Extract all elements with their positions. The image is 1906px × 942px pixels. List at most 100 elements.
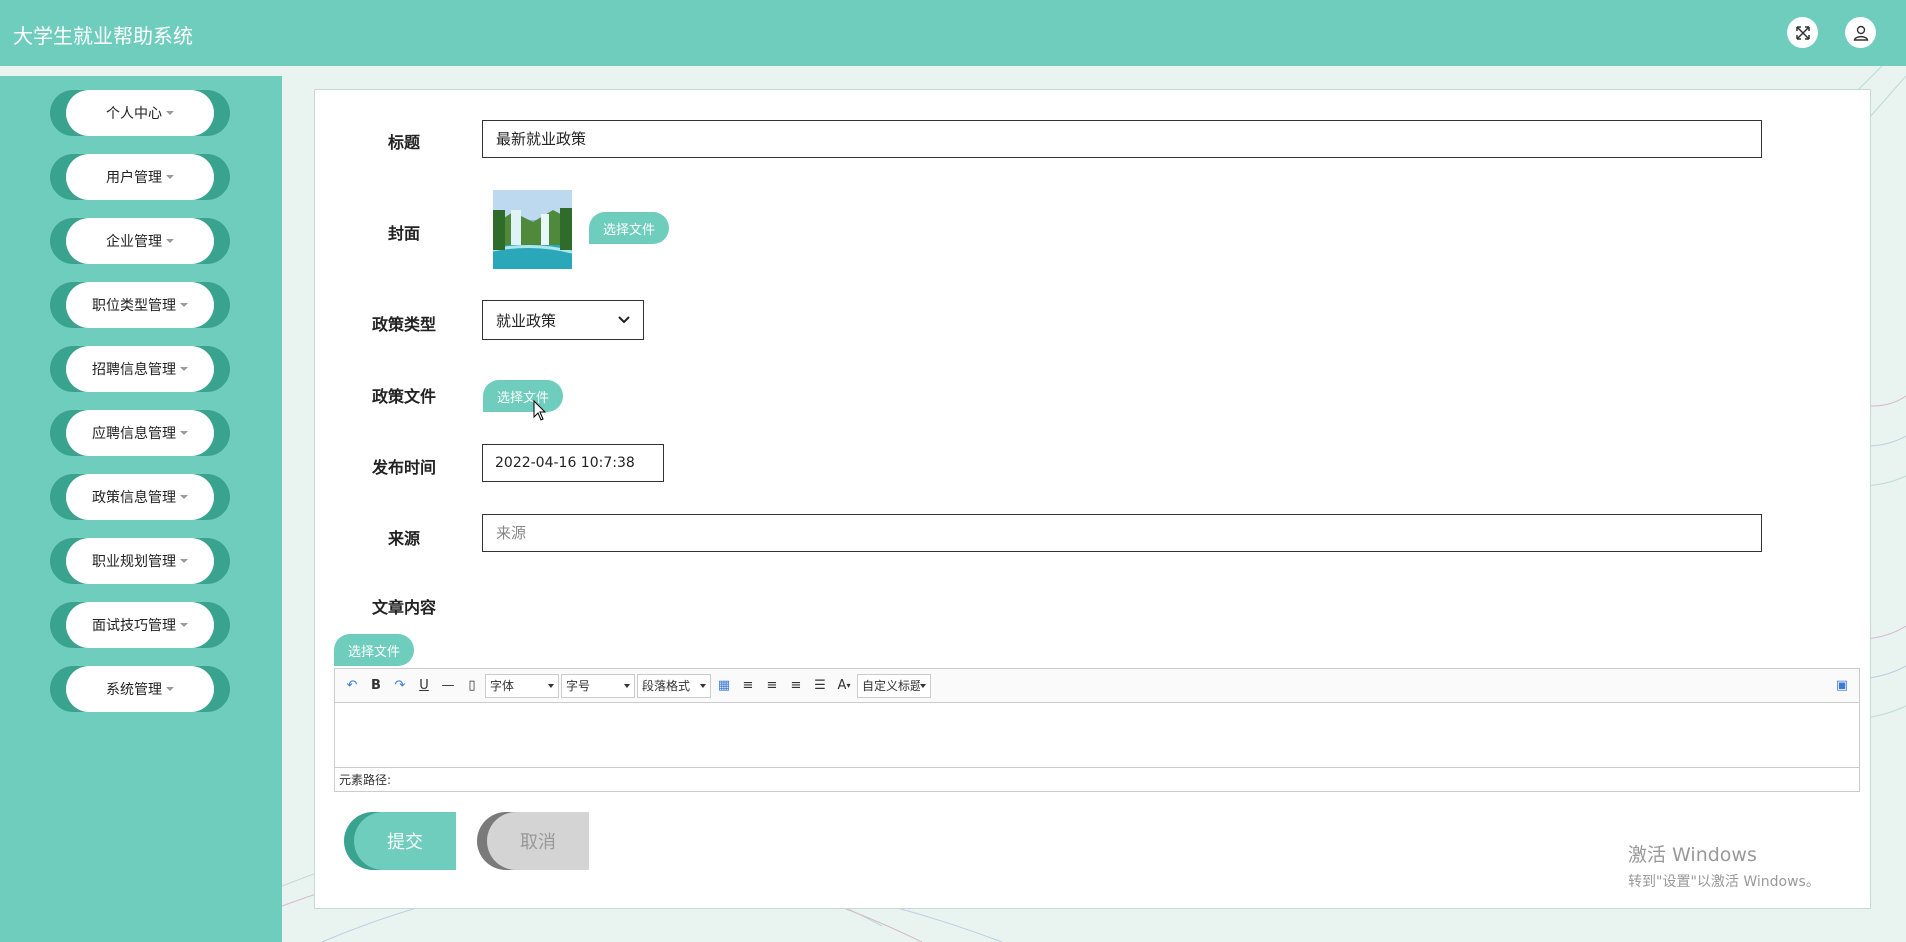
- publish-time-label: 发布时间: [371, 458, 436, 477]
- submit-button[interactable]: 提交: [344, 812, 456, 870]
- cover-choose-file-button[interactable]: 选择文件: [589, 212, 669, 244]
- caret-down-icon: [166, 687, 174, 691]
- sidebar-item-pill: 应聘信息管理: [66, 410, 214, 456]
- dropdown-arrow-icon: [700, 683, 706, 688]
- caret-down-icon: [180, 495, 188, 499]
- sidebar-item-pill: 招聘信息管理: [66, 346, 214, 392]
- undo-icon[interactable]: ↶: [341, 675, 363, 697]
- sidebar-item-position-type-management[interactable]: 职位类型管理: [50, 282, 230, 328]
- horizontal-rule-icon[interactable]: —: [437, 675, 459, 697]
- policy-type-select[interactable]: 就业政策: [482, 300, 644, 340]
- align-center-icon[interactable]: ≡: [785, 675, 807, 697]
- sidebar-item-personal-center[interactable]: 个人中心: [50, 90, 230, 136]
- font-size-select[interactable]: 字号: [561, 673, 635, 698]
- sidebar-item-label: 个人中心: [106, 106, 162, 122]
- sidebar: 个人中心 用户管理 企业管理 职位类型管理 招聘信息管理 应聘信息管理 政策信息…: [0, 76, 282, 942]
- title-label: 标题: [387, 133, 420, 152]
- table-icon[interactable]: ▦: [713, 675, 735, 697]
- sidebar-item-company-management[interactable]: 企业管理: [50, 218, 230, 264]
- page-icon[interactable]: ▯: [461, 675, 483, 697]
- title-input[interactable]: 最新就业政策: [482, 120, 1762, 158]
- font-color-icon[interactable]: A ▾: [833, 675, 855, 697]
- sidebar-item-label: 政策信息管理: [92, 490, 176, 506]
- policy-type-label: 政策类型: [371, 315, 436, 334]
- fullscreen-editor-icon[interactable]: ▣: [1831, 675, 1853, 697]
- app-title: 大学生就业帮助系统: [13, 24, 193, 48]
- policy-file-choose-button[interactable]: 选择文件: [483, 380, 563, 412]
- dropdown-arrow-icon: [920, 683, 926, 688]
- sidebar-item-recruitment-management[interactable]: 招聘信息管理: [50, 346, 230, 392]
- watermark-subtitle: 转到"设置"以激活 Windows。: [1628, 874, 1820, 890]
- submit-button-label: 提交: [354, 812, 456, 870]
- content-choose-file-button[interactable]: 选择文件: [334, 634, 414, 666]
- bold-icon[interactable]: B: [365, 675, 387, 697]
- sidebar-item-career-planning-management[interactable]: 职业规划管理: [50, 538, 230, 584]
- font-family-label: 字体: [490, 679, 515, 693]
- cancel-button[interactable]: 取消: [477, 812, 589, 870]
- sidebar-item-policy-management[interactable]: 政策信息管理: [50, 474, 230, 520]
- paragraph-format-select[interactable]: 段落格式: [637, 673, 711, 698]
- sidebar-item-system-management[interactable]: 系统管理: [50, 666, 230, 712]
- element-path-label: 元素路径:: [339, 772, 392, 787]
- font-size-label: 字号: [566, 679, 591, 693]
- sidebar-item-pill: 面试技巧管理: [66, 602, 214, 648]
- top-bar: 大学生就业帮助系统: [0, 0, 1906, 66]
- rich-text-editor[interactable]: ↶ B ↷ U — ▯ 字体 字号 段落格式 ▦ ≡ ≡ ≡ ☰ A ▾ 自定义标…: [334, 668, 1860, 792]
- caret-down-icon: [166, 175, 174, 179]
- sidebar-item-pill: 用户管理: [66, 154, 214, 200]
- caret-down-icon: [180, 303, 188, 307]
- editor-toolbar: ↶ B ↷ U — ▯ 字体 字号 段落格式 ▦ ≡ ≡ ≡ ☰ A ▾ 自定义标…: [335, 669, 1859, 703]
- caret-down-icon: [180, 367, 188, 371]
- sidebar-item-label: 应聘信息管理: [92, 426, 176, 442]
- sidebar-item-pill: 政策信息管理: [66, 474, 214, 520]
- windows-activation-watermark: 激活 Windows 转到"设置"以激活 Windows。: [1628, 840, 1820, 891]
- sidebar-item-pill: 企业管理: [66, 218, 214, 264]
- caret-down-icon: [180, 623, 188, 627]
- caret-down-icon: [180, 431, 188, 435]
- publish-time-input[interactable]: 2022-04-16 10:7:38: [482, 444, 664, 482]
- font-family-select[interactable]: 字体: [485, 673, 559, 698]
- sidebar-item-pill: 职位类型管理: [66, 282, 214, 328]
- caret-down-icon: [180, 559, 188, 563]
- sidebar-item-label: 企业管理: [106, 234, 162, 250]
- custom-title-label: 自定义标题: [862, 679, 920, 693]
- cancel-button-label: 取消: [487, 812, 589, 870]
- sidebar-item-interview-tips-management[interactable]: 面试技巧管理: [50, 602, 230, 648]
- align-right-icon[interactable]: ≡: [761, 675, 783, 697]
- sidebar-item-pill: 个人中心: [66, 90, 214, 136]
- cover-thumbnail: [493, 190, 572, 269]
- watermark-title: 激活 Windows: [1628, 844, 1757, 866]
- paragraph-format-label: 段落格式: [642, 679, 691, 693]
- caret-down-icon: [166, 111, 174, 115]
- sidebar-item-label: 招聘信息管理: [92, 362, 176, 378]
- custom-title-select[interactable]: 自定义标题: [857, 673, 931, 698]
- sidebar-item-user-management[interactable]: 用户管理: [50, 154, 230, 200]
- chevron-down-icon: [618, 316, 630, 324]
- fullscreen-icon[interactable]: [1787, 17, 1818, 48]
- mouse-cursor-icon: [533, 400, 547, 421]
- sidebar-item-label: 职位类型管理: [92, 298, 176, 314]
- policy-type-value: 就业政策: [496, 311, 557, 330]
- sidebar-item-label: 系统管理: [106, 682, 162, 698]
- content-label: 文章内容: [371, 598, 436, 617]
- source-input[interactable]: 来源: [482, 514, 1762, 552]
- sidebar-item-label: 用户管理: [106, 170, 162, 186]
- sidebar-item-application-management[interactable]: 应聘信息管理: [50, 410, 230, 456]
- align-left-icon[interactable]: ≡: [737, 675, 759, 697]
- align-justify-icon[interactable]: ☰: [809, 675, 831, 697]
- user-icon[interactable]: [1845, 17, 1876, 48]
- dropdown-arrow-icon: [548, 683, 554, 688]
- source-label: 来源: [387, 529, 420, 548]
- caret-down-icon: [166, 239, 174, 243]
- sidebar-item-label: 面试技巧管理: [92, 618, 176, 634]
- sidebar-item-pill: 系统管理: [66, 666, 214, 712]
- policy-file-label: 政策文件: [371, 387, 436, 406]
- editor-status-bar: 元素路径:: [335, 767, 1859, 790]
- sidebar-item-label: 职业规划管理: [92, 554, 176, 570]
- underline-icon[interactable]: U: [413, 675, 435, 697]
- dropdown-arrow-icon: [624, 683, 630, 688]
- editor-content-area[interactable]: [335, 703, 1859, 767]
- cover-label: 封面: [387, 224, 420, 243]
- redo-icon[interactable]: ↷: [389, 675, 411, 697]
- sidebar-item-pill: 职业规划管理: [66, 538, 214, 584]
